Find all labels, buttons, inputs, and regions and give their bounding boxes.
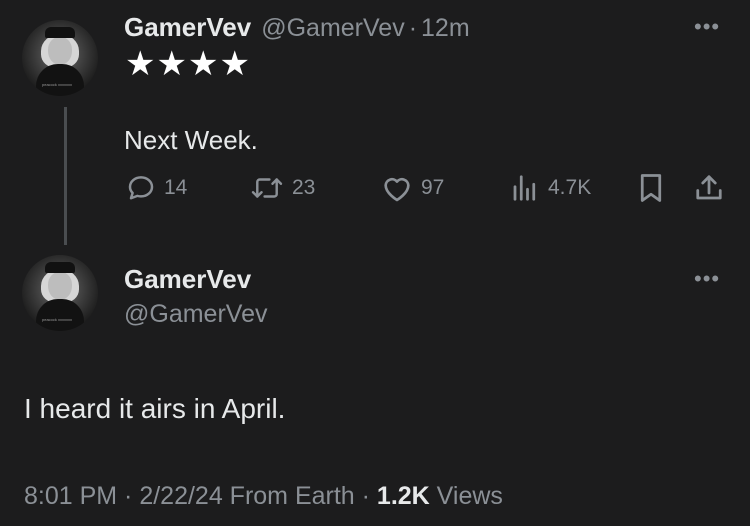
more-options-icon[interactable]: ••• — [694, 266, 720, 292]
share-icon[interactable] — [694, 173, 724, 208]
analytics-icon — [513, 175, 536, 201]
avatar[interactable]: peacock xxxxxxx — [22, 255, 98, 331]
avatar[interactable]: peacock xxxxxxx — [22, 20, 98, 96]
bookmark-icon[interactable] — [637, 173, 665, 208]
thread-line — [64, 107, 67, 245]
retweet-count: 23 — [292, 176, 316, 199]
handle[interactable]: @GamerVev — [261, 14, 404, 43]
tweet-meta: 8:01 PM · 2/22/24 From Earth · 1.2K View… — [24, 482, 503, 511]
views-button[interactable]: 4.7K — [510, 173, 591, 203]
tweet-text: Next Week. — [124, 125, 258, 155]
like-button[interactable]: 97 — [381, 173, 444, 203]
avatar-caption: peacock xxxxxxx — [42, 82, 73, 87]
display-name[interactable]: GamerVev — [124, 264, 251, 295]
timestamp[interactable]: 12m — [421, 14, 470, 43]
more-options-icon[interactable]: ••• — [694, 14, 720, 40]
star-rating: ★★★★ — [125, 45, 251, 83]
like-count: 97 — [421, 176, 445, 199]
display-name[interactable]: GamerVev — [124, 12, 251, 43]
retweet-button[interactable]: 23 — [250, 173, 315, 203]
view-count: 4.7K — [548, 176, 592, 199]
views-count: 1.2K — [376, 482, 430, 510]
separator: · — [408, 14, 418, 42]
retweet-icon — [251, 178, 283, 198]
reply-button[interactable]: 14 — [126, 173, 187, 203]
tweet-header: GamerVev @GamerVev · 12m — [124, 12, 470, 43]
timestamp[interactable]: 8:01 PM · 2/22/24 From Earth · — [24, 482, 377, 510]
heart-icon — [384, 177, 410, 202]
views-label: Views — [429, 482, 503, 510]
avatar-caption: peacock xxxxxxx — [42, 317, 73, 322]
reply-text: I heard it airs in April. — [24, 393, 286, 424]
handle[interactable]: @GamerVev — [124, 300, 267, 329]
reply-count: 14 — [164, 176, 188, 199]
reply-icon — [128, 176, 154, 200]
